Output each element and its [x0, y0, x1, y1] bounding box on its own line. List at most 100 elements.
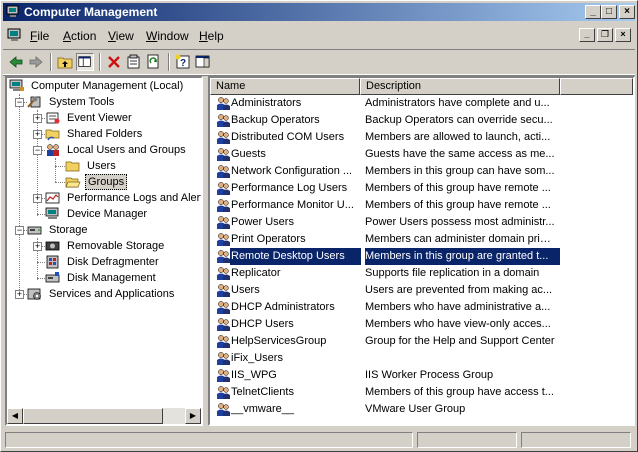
- column-header-name[interactable]: Name: [210, 78, 360, 95]
- table-row[interactable]: Guests Guests have the same access as me.…: [210, 146, 633, 163]
- group-icon: [217, 233, 230, 246]
- table-row[interactable]: Backup Operators Backup Operators can ove…: [210, 112, 633, 129]
- mdi-minimize-button[interactable]: _: [579, 28, 595, 42]
- scroll-thumb[interactable]: [23, 408, 163, 424]
- group-icon: [217, 114, 230, 127]
- group-name: Performance Log Users: [231, 182, 348, 194]
- refresh-icon[interactable]: [145, 53, 163, 71]
- menu-window[interactable]: Window: [146, 29, 189, 43]
- group-description: Power Users possess most administr...: [365, 216, 555, 228]
- column-header-empty: [560, 78, 633, 95]
- table-row[interactable]: Administrators Administrators have comple…: [210, 95, 633, 112]
- expand-performance-logs-toggle[interactable]: +: [33, 194, 42, 203]
- group-name: iFix_Users: [231, 352, 283, 364]
- group-icon: [217, 284, 230, 297]
- show-hide-tree-icon[interactable]: [76, 53, 94, 71]
- mdi-restore-button[interactable]: ❐: [597, 28, 613, 42]
- disk-management-icon: [45, 272, 60, 283]
- forward-icon[interactable]: [27, 53, 45, 71]
- table-row[interactable]: Print Operators Members can administer do…: [210, 231, 633, 248]
- group-description: IIS Worker Process Group: [365, 369, 494, 381]
- table-row[interactable]: DHCP Administrators Members who have admi…: [210, 299, 633, 316]
- group-icon: [217, 403, 230, 416]
- mmc-document-icon[interactable]: [7, 28, 23, 42]
- menu-action[interactable]: Action: [63, 29, 96, 43]
- group-name: Administrators: [231, 97, 302, 109]
- expand-shared-folders-toggle[interactable]: +: [33, 130, 42, 139]
- maximize-button[interactable]: □: [601, 5, 617, 19]
- delete-icon[interactable]: [105, 53, 123, 71]
- group-name: Power Users: [231, 216, 294, 228]
- properties-icon[interactable]: [125, 53, 143, 71]
- table-row[interactable]: Performance Monitor U... Members of this …: [210, 197, 633, 214]
- table-row[interactable]: __vmware__ VMware User Group: [210, 401, 633, 418]
- users-group-icon: [47, 144, 59, 156]
- table-row[interactable]: Replicator Supports file replication in a…: [210, 265, 633, 282]
- minimize-button[interactable]: _: [585, 5, 601, 19]
- expand-services-applications-toggle[interactable]: +: [15, 290, 24, 299]
- group-name: Backup Operators: [231, 114, 320, 126]
- table-row[interactable]: DHCP Users Members who have view-only acc…: [210, 316, 633, 333]
- column-header-description[interactable]: Description: [360, 78, 560, 95]
- toolbar: ?: [3, 49, 635, 75]
- show-hide-action-pane-icon[interactable]: [194, 53, 212, 71]
- shared-folder-icon: [45, 129, 60, 141]
- scroll-right-button[interactable]: ▶: [185, 408, 201, 424]
- table-row[interactable]: Power Users Power Users possess most admi…: [210, 214, 633, 231]
- group-icon: [217, 97, 230, 110]
- toolbar-separator: [99, 53, 101, 71]
- scroll-left-button[interactable]: ◀: [7, 408, 23, 424]
- group-icon: [217, 369, 230, 382]
- collapse-storage-toggle[interactable]: −: [15, 226, 24, 235]
- tree-horizontal-scrollbar[interactable]: ◀ ▶: [7, 408, 201, 424]
- group-icon: [217, 148, 230, 161]
- groups-list[interactable]: Name Description Administrators Administr…: [208, 76, 635, 426]
- close-button[interactable]: ×: [619, 5, 635, 19]
- event-viewer-icon: [46, 112, 60, 124]
- table-row[interactable]: TelnetClients Members of this group have …: [210, 384, 633, 401]
- help-icon[interactable]: ?: [174, 53, 192, 71]
- group-name: HelpServicesGroup: [231, 335, 327, 347]
- toolbar-separator: [50, 53, 52, 71]
- selected-tree-label: Groups: [85, 174, 128, 190]
- mdi-close-button[interactable]: ×: [615, 28, 631, 42]
- table-row[interactable]: Performance Log Users Members of this gro…: [210, 180, 633, 197]
- menu-file[interactable]: File: [30, 29, 49, 43]
- group-name: __vmware__: [231, 403, 294, 415]
- collapse-local-users-groups-toggle[interactable]: −: [33, 146, 42, 155]
- table-row[interactable]: Users Users are prevented from making ac.…: [210, 282, 633, 299]
- collapse-system-tools-toggle[interactable]: −: [15, 98, 24, 107]
- group-description: VMware User Group: [365, 403, 466, 415]
- status-panel-main: [5, 432, 413, 448]
- group-description: Members who have administrative a...: [365, 301, 551, 313]
- group-icon: [217, 318, 230, 331]
- menu-help[interactable]: Help: [199, 29, 224, 43]
- table-row[interactable]: IIS_WPG IIS Worker Process Group: [210, 367, 633, 384]
- group-name: Print Operators: [231, 233, 306, 245]
- back-icon[interactable]: [7, 53, 25, 71]
- group-description: Members of this group have remote ...: [365, 199, 551, 211]
- window-title: Computer Management: [24, 5, 158, 19]
- menu-bar: File Action View Window Help _ ❐ ×: [3, 23, 635, 49]
- console-tree[interactable]: Computer Management (Local) − System Too…: [5, 76, 203, 426]
- table-row[interactable]: HelpServicesGroup Group for the Help and …: [210, 333, 633, 350]
- table-row[interactable]: Network Configuration ... Members in this…: [210, 163, 633, 180]
- title-bar[interactable]: Computer Management _ □ ×: [3, 3, 635, 21]
- menu-view[interactable]: View: [108, 29, 134, 43]
- group-name: Network Configuration ...: [231, 165, 353, 177]
- expand-removable-storage-toggle[interactable]: +: [33, 242, 42, 251]
- table-row[interactable]: Distributed COM Users Members are allowed…: [210, 129, 633, 146]
- group-name: IIS_WPG: [231, 369, 277, 381]
- table-row[interactable]: iFix_Users: [210, 350, 633, 367]
- table-row[interactable]: Remote Desktop Users Members in this grou…: [210, 248, 633, 265]
- group-name: Replicator: [231, 267, 281, 279]
- expand-event-viewer-toggle[interactable]: +: [33, 114, 42, 123]
- group-description: Administrators have complete and u...: [365, 97, 550, 109]
- up-level-icon[interactable]: [56, 53, 74, 71]
- group-name: Performance Monitor U...: [231, 199, 354, 211]
- group-description: Supports file replication in a domain: [365, 267, 540, 279]
- group-description: Users are prevented from making ac...: [365, 284, 553, 296]
- group-description: Guests have the same access as me...: [365, 148, 555, 160]
- computer-management-window: Computer Management _ □ × File Action Vi…: [0, 0, 638, 452]
- computer-management-icon: [9, 79, 24, 91]
